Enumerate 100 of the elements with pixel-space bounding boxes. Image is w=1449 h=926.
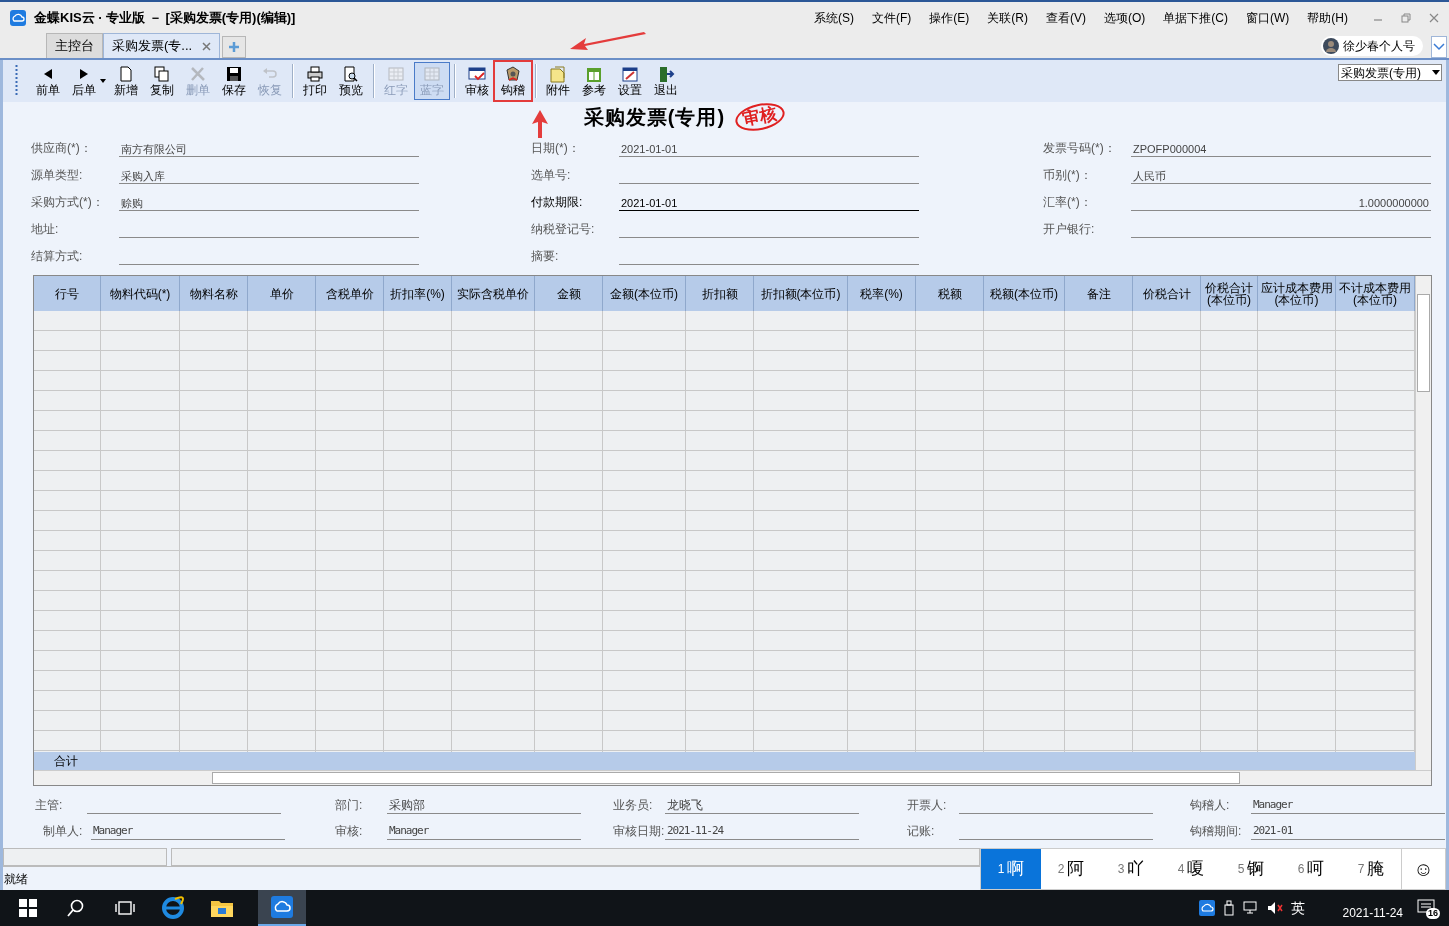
menu-item[interactable]: 文件(F) xyxy=(871,8,913,27)
minimize-icon xyxy=(1373,18,1383,21)
toolbar-button[interactable]: 保存 xyxy=(216,62,252,100)
toolbar-button[interactable]: 钩稽 xyxy=(495,62,531,100)
field-label: 供应商(*)： xyxy=(31,140,93,157)
input-field[interactable]: Manager xyxy=(387,824,581,840)
menu-item[interactable]: 操作(E) xyxy=(928,8,971,27)
tab[interactable]: 主控台 xyxy=(46,33,103,58)
field-label: 汇率(*)： xyxy=(1043,194,1093,211)
taskbar-app-button[interactable] xyxy=(258,890,306,926)
grid-icon xyxy=(422,65,442,83)
toolbar-button[interactable]: 参考 xyxy=(576,62,612,100)
app-logo-icon xyxy=(271,896,293,918)
field-label: 采购方式(*)： xyxy=(31,194,105,211)
field-label: 记账: xyxy=(907,823,936,840)
emoji-button[interactable]: ☺ xyxy=(1401,849,1445,889)
menu-item[interactable]: 关联(R) xyxy=(986,8,1029,27)
plus-icon xyxy=(228,41,241,53)
new-tab-button[interactable] xyxy=(222,36,247,58)
menu-item[interactable]: 查看(V) xyxy=(1045,8,1087,27)
checklist-icon xyxy=(467,65,487,83)
input-field[interactable]: Manager xyxy=(1251,798,1445,814)
toolbar-button[interactable]: 后单 xyxy=(66,62,102,100)
field-label: 开户银行: xyxy=(1043,221,1096,238)
toolbar-button[interactable]: 设置 xyxy=(612,62,648,100)
input-field[interactable]: 人民币 xyxy=(1131,168,1431,184)
menu-item[interactable]: 窗口(W) xyxy=(1245,8,1291,27)
ime-mode-indicator[interactable]: 英 xyxy=(1290,897,1305,919)
browser-icon xyxy=(161,896,185,920)
app-logo-icon xyxy=(1198,900,1215,916)
field-label: 选单号: xyxy=(531,167,572,184)
task-view-icon xyxy=(115,900,135,916)
field-label: 业务员: xyxy=(613,797,654,814)
network-icon xyxy=(1242,901,1259,915)
grid-icon xyxy=(386,65,406,83)
app-logo-icon xyxy=(10,9,26,26)
toolbar-button[interactable]: 预览 xyxy=(333,62,369,100)
field-label: 发票号码(*)： xyxy=(1043,140,1117,157)
input-field[interactable]: 南方有限公司 xyxy=(119,141,419,157)
volume-muted-icon xyxy=(1266,901,1283,915)
toolbar-button[interactable]: 打印 xyxy=(297,62,333,100)
toolbar-button[interactable]: 复制 xyxy=(144,62,180,100)
printer-icon xyxy=(305,65,325,83)
toolbar-button[interactable]: 审核 xyxy=(459,62,495,100)
notification-button[interactable]: 16 xyxy=(1417,899,1437,917)
field-label: 付款期限: xyxy=(531,194,584,211)
toolbar-button[interactable]: 退出 xyxy=(648,62,684,100)
notification-badge: 16 xyxy=(1426,908,1440,919)
input-field[interactable]: 采购部 xyxy=(387,798,581,814)
field-label: 纳税登记号: xyxy=(531,221,596,238)
input-field[interactable]: ZPOFP000004 xyxy=(1131,141,1431,157)
search-icon xyxy=(67,899,85,917)
menu-item[interactable]: 系统(S) xyxy=(813,8,855,27)
document-type-select[interactable]: 采购发票(专用) xyxy=(1338,64,1442,81)
dropdown-button[interactable] xyxy=(1431,36,1447,58)
input-field[interactable]: 1.0000000000 xyxy=(1131,195,1431,211)
horizontal-scrollbar[interactable] xyxy=(34,770,1431,785)
save-icon xyxy=(224,65,244,83)
grip-icon xyxy=(15,65,18,97)
input-field[interactable]: 2021-01-01 xyxy=(619,141,919,157)
total-row-label: 合计 xyxy=(54,753,78,770)
layout-icon xyxy=(584,65,604,83)
tab[interactable]: 采购发票(专... xyxy=(103,33,221,58)
document-title: 采购发票(专用) xyxy=(583,105,726,130)
close-icon xyxy=(1429,12,1439,23)
vertical-scrollbar[interactable] xyxy=(1415,276,1431,770)
field-label: 地址: xyxy=(31,221,60,238)
input-field[interactable]: 采购入库 xyxy=(119,168,419,184)
field-label: 源单类型: xyxy=(31,167,84,184)
toolbar-button[interactable]: 新增 xyxy=(108,62,144,100)
field-label: 钩稽人: xyxy=(1190,797,1231,814)
user-badge[interactable]: 徐少春个人号 xyxy=(1321,36,1423,56)
field-label: 部门: xyxy=(335,797,364,814)
settings-icon xyxy=(620,65,640,83)
input-field[interactable]: 2021-11-24 xyxy=(665,824,859,840)
field-label: 日期(*)： xyxy=(531,140,581,157)
field-label: 主管: xyxy=(35,797,64,814)
input-field[interactable]: 2021-01 xyxy=(1251,824,1445,840)
input-field[interactable]: 龙晓飞 xyxy=(665,798,859,814)
chevron-down-icon xyxy=(1433,43,1445,51)
input-field[interactable]: Manager xyxy=(91,824,285,840)
status-text: 就绪 xyxy=(3,870,28,888)
menu-item[interactable]: 选项(O) xyxy=(1103,8,1147,27)
ime-candidate[interactable]: 1 啊 xyxy=(981,849,1041,889)
input-field[interactable]: 赊购 xyxy=(119,195,419,211)
field-label: 审核日期: xyxy=(613,823,665,840)
windows-start-icon xyxy=(19,899,37,917)
copy-icon xyxy=(152,65,172,83)
field-label: 结算方式: xyxy=(31,248,84,265)
usb-icon xyxy=(1222,900,1235,916)
field-label: 审核: xyxy=(335,823,364,840)
field-label: 钩稽期间: xyxy=(1190,823,1243,840)
field-label: 币别(*)： xyxy=(1043,167,1093,184)
taskbar-date: 2021-11-24 xyxy=(1342,906,1403,919)
toolbar-button[interactable]: 附件 xyxy=(540,62,576,100)
toolbar-button[interactable]: 前单 xyxy=(30,62,66,100)
field-label: 摘要: xyxy=(531,248,560,265)
input-field[interactable]: 2021-01-01 xyxy=(619,195,919,211)
menu-item[interactable]: 单据下推(C) xyxy=(1162,8,1229,27)
menu-item[interactable]: 帮助(H) xyxy=(1306,8,1349,27)
